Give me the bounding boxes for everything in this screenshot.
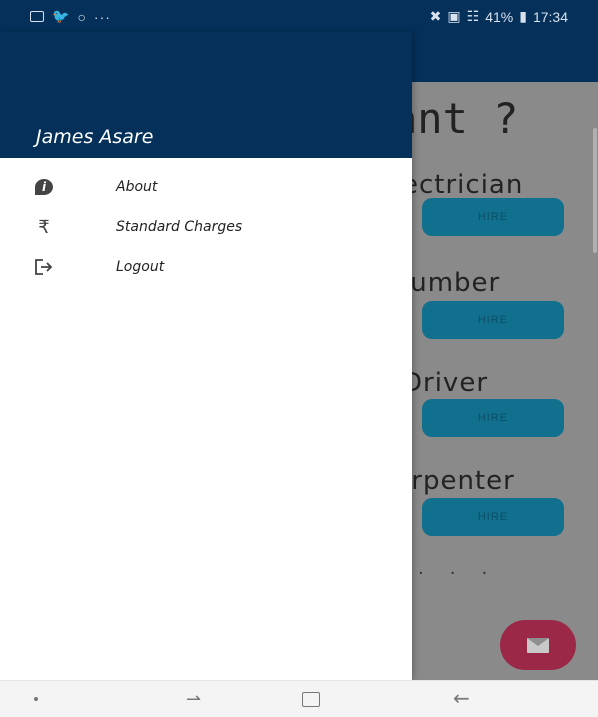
hire-button[interactable]: HIRE bbox=[422, 399, 564, 437]
partial-service-title: ... bbox=[418, 558, 514, 579]
system-nav-bar: ⇀ ← bbox=[0, 680, 598, 717]
alarm-icon: ▣ bbox=[447, 8, 461, 24]
service-title: lumber bbox=[402, 268, 501, 298]
drawer-item-logout[interactable]: Logout bbox=[0, 250, 412, 284]
back-icon[interactable]: ← bbox=[453, 686, 470, 710]
service-title: .rpenter bbox=[402, 466, 515, 496]
drawer-item-label: Logout bbox=[116, 259, 165, 275]
whatsapp-icon: ○ bbox=[77, 8, 86, 25]
mail-icon bbox=[527, 637, 549, 653]
home-icon[interactable] bbox=[302, 692, 320, 707]
logout-icon bbox=[34, 257, 54, 277]
signal-icon: ☷ bbox=[466, 8, 480, 24]
drawer-item-label: Standard Charges bbox=[116, 219, 243, 235]
status-bar: 🐦 ○ ··· ✖ ▣ ☷ 41% ▮ 17:34 bbox=[0, 0, 598, 32]
hire-button[interactable]: HIRE bbox=[422, 301, 564, 339]
status-left-icons: 🐦 ○ ··· bbox=[30, 8, 111, 25]
mute-icon: ✖ bbox=[429, 8, 442, 24]
user-name: James Asare bbox=[36, 126, 154, 148]
dot-icon[interactable] bbox=[34, 697, 38, 701]
recent-apps-icon[interactable]: ⇀ bbox=[186, 689, 201, 710]
drawer-header: James Asare bbox=[0, 32, 412, 158]
hire-button[interactable]: HIRE bbox=[422, 198, 564, 236]
scrollbar[interactable] bbox=[593, 128, 597, 253]
mail-fab-button[interactable] bbox=[500, 620, 576, 670]
rupee-icon: ₹ bbox=[38, 216, 50, 238]
drawer-item-about[interactable]: i About bbox=[0, 170, 412, 204]
overflow-icon: ··· bbox=[93, 8, 111, 25]
drawer-item-label: About bbox=[116, 179, 158, 195]
info-icon: i bbox=[34, 177, 54, 197]
service-title: Driver bbox=[402, 368, 489, 398]
battery-percent: 41% bbox=[485, 8, 514, 25]
hire-button[interactable]: HIRE bbox=[422, 498, 564, 536]
navigation-drawer: James Asare i About ₹ Standard Charges L… bbox=[0, 32, 412, 680]
drawer-item-standard-charges[interactable]: ₹ Standard Charges bbox=[0, 210, 412, 244]
battery-icon: ▮ bbox=[519, 8, 527, 24]
gallery-icon bbox=[30, 11, 44, 22]
clock: 17:34 bbox=[532, 8, 568, 25]
status-right-icons: ✖ ▣ ☷ 41% ▮ 17:34 bbox=[430, 8, 568, 25]
service-title: ectrician bbox=[402, 170, 524, 200]
twitter-icon: 🐦 bbox=[52, 8, 70, 24]
